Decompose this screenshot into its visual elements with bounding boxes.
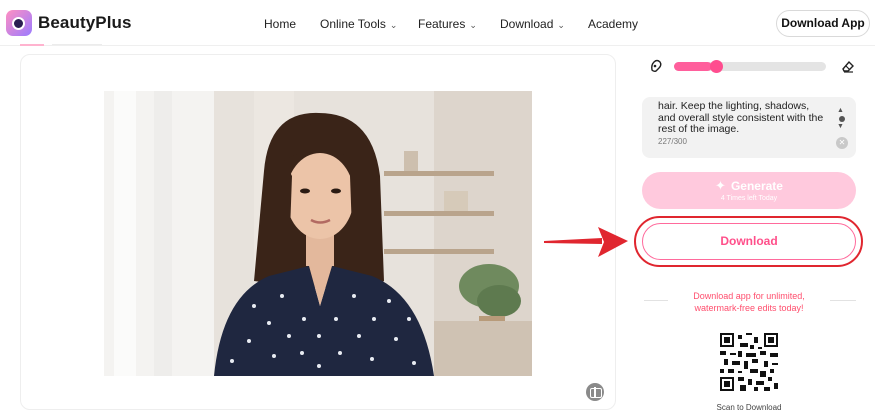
prompt-input[interactable]: hair. Keep the lighting, shadows, and ov… <box>642 97 856 158</box>
red-arrow-annotation <box>544 227 628 257</box>
promo-text: Download app for unlimited, watermark-fr… <box>693 291 805 313</box>
download-qr-code <box>720 333 778 391</box>
clear-icon[interactable]: ✕ <box>836 137 848 149</box>
active-tab-indicator <box>20 44 44 46</box>
nav-home-label: Home <box>264 17 297 31</box>
tab-divider <box>52 44 102 45</box>
nav-academy-label: Academy <box>588 17 639 31</box>
scrollbar-thumb[interactable] <box>839 116 845 122</box>
prompt-text[interactable]: hair. Keep the lighting, shadows, and ov… <box>658 100 826 136</box>
sparkle-icon: ✦ <box>715 178 726 193</box>
chevron-down-icon: ⌄ <box>389 20 398 30</box>
download-app-button[interactable]: Download App <box>776 10 870 37</box>
edited-photo <box>104 91 532 376</box>
eraser-icon[interactable] <box>841 59 855 73</box>
beautyplus-logo-icon[interactable] <box>6 10 32 36</box>
scroll-up-icon[interactable]: ▲ <box>837 107 844 114</box>
brand-name[interactable]: BeautyPlus <box>38 13 132 33</box>
divider-right <box>830 300 856 301</box>
nav-home[interactable]: Home <box>264 17 296 31</box>
compare-icon[interactable] <box>586 383 604 401</box>
chevron-down-icon: ⌄ <box>469 20 477 30</box>
prompt-char-count: 227/300 <box>658 137 687 146</box>
download-button[interactable]: Download <box>642 223 856 260</box>
slider-fill <box>674 62 712 71</box>
generate-label-row: ✦ Generate <box>642 178 856 194</box>
scroll-down-icon[interactable]: ▼ <box>837 123 844 130</box>
logo-lens <box>12 17 25 30</box>
nav-features-label: Features <box>418 17 466 31</box>
top-header: BeautyPlus Home Online Tools ⌄ Features ⌄ … <box>0 0 875 46</box>
nav-download[interactable]: Download ⌄ <box>500 17 565 31</box>
nav-online-tools-label: Online Tools <box>320 17 386 31</box>
brush-icon <box>651 59 662 73</box>
generate-button[interactable]: ✦ Generate 4 Times left Today <box>642 172 856 209</box>
nav-online-tools[interactable]: Online Tools ⌄ <box>320 17 397 31</box>
chevron-down-icon: ⌄ <box>557 20 565 30</box>
generate-label: Generate <box>730 179 783 193</box>
slider-thumb[interactable] <box>710 60 723 73</box>
nav-features[interactable]: Features ⌄ <box>418 17 477 31</box>
brush-size-slider[interactable] <box>674 62 826 71</box>
divider-left <box>644 300 668 301</box>
nav-download-label: Download <box>500 17 554 31</box>
generate-remaining: 4 Times left Today <box>720 195 778 202</box>
nav-academy[interactable]: Academy <box>588 17 638 31</box>
